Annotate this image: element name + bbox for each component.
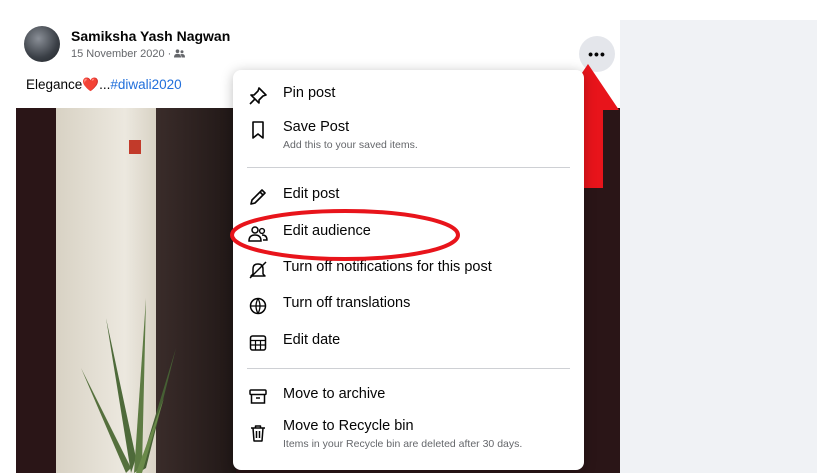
pencil-icon (247, 186, 269, 208)
trash-icon (247, 422, 269, 444)
heart-emoji: ❤️ (82, 77, 100, 92)
menu-item-subtext: Add this to your saved items. (283, 139, 418, 151)
post-options-menu: Pin post Save Post Add this to your saved… (233, 70, 584, 470)
menu-item-subtext: Items in your Recycle bin are deleted af… (283, 438, 523, 450)
meta-separator: · (164, 48, 175, 60)
post-meta: 15 November 2020 · (71, 48, 186, 60)
menu-item-label: Turn off translations (283, 295, 411, 311)
menu-item-label: Pin post (283, 85, 336, 101)
menu-item-label: Edit date (283, 332, 341, 348)
menu-item-label: Move to Recycle bin (283, 418, 414, 434)
bookmark-icon (247, 119, 269, 141)
menu-divider (247, 368, 570, 369)
friends-icon[interactable] (174, 49, 186, 58)
globe-icon (247, 295, 269, 317)
calendar-icon (247, 332, 269, 354)
post-caption: Elegance❤️...#diwali2020 (26, 77, 182, 93)
menu-item-label: Move to archive (283, 386, 386, 402)
caption-text: Elegance (26, 77, 83, 92)
menu-item-label: Save Post (283, 119, 350, 135)
pin-icon (247, 85, 269, 107)
more-icon: ••• (588, 46, 606, 62)
menu-item-label: Edit post (283, 186, 340, 202)
post-author-name[interactable]: Samiksha Yash Nagwan (71, 28, 230, 44)
red-ellipse-annotation (230, 209, 460, 261)
photo-red-decoration (129, 140, 141, 154)
photo-plant (81, 298, 176, 473)
avatar[interactable] (24, 26, 60, 62)
post-date[interactable]: 15 November 2020 (71, 48, 165, 60)
caption-ellipsis: ... (99, 77, 111, 92)
hashtag-link[interactable]: #diwali2020 (110, 77, 181, 92)
archive-icon (247, 386, 269, 408)
right-pane-background (620, 20, 817, 473)
menu-divider (247, 167, 570, 168)
